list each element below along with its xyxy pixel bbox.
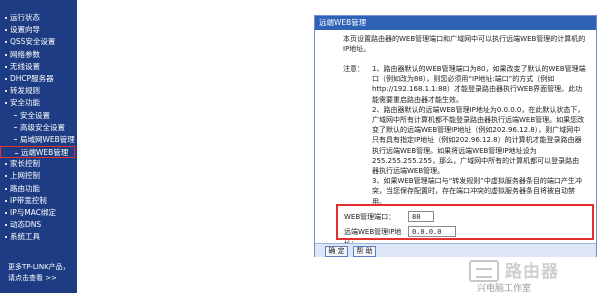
sidebar-item-label: 动态DNS	[10, 220, 42, 230]
dash-icon	[14, 139, 17, 141]
bullet-icon	[5, 163, 7, 166]
ip-row: 远端WEB管理IP地址：	[344, 226, 456, 248]
note-3: 3、如果WEB管理端口与“转发规则”中虚拟服务器条目的端口产生冲突，当您保存配置…	[372, 177, 582, 206]
watermark-subtitle: 兴电脑工作室	[477, 284, 532, 293]
router-logo-icon	[469, 260, 499, 282]
note-1: 1、路由器默认的WEB管理端口为80，如果改变了默认的WEB管理端口（例如改为8…	[372, 65, 586, 104]
dash-icon	[14, 115, 17, 116]
bullet-icon	[5, 65, 7, 68]
sidebar-item-ip-mac-binding[interactable]: IP与MAC绑定	[0, 207, 77, 219]
sidebar-item-routing[interactable]: 路由功能	[0, 183, 77, 195]
sidebar-item-bandwidth[interactable]: IP带宽控制	[0, 195, 77, 207]
sidebar-item-label: QSS安全设置	[10, 37, 56, 47]
sidebar-item-wireless[interactable]: 无线设置	[0, 61, 77, 73]
sidebar-item-label: 无线设置	[10, 61, 40, 71]
sidebar-item-forwarding[interactable]: 转发规则	[0, 85, 77, 97]
sidebar-subitem-advanced-security[interactable]: 高级安全设置	[0, 122, 77, 134]
bullet-icon	[5, 77, 7, 80]
sidebar-item-label: 设置向导	[10, 25, 40, 35]
sidebar-item-system-tools[interactable]: 系统工具	[0, 231, 77, 243]
sidebar-item-network[interactable]: 网络参数	[0, 49, 77, 61]
sidebar-item-label: 系统工具	[10, 232, 40, 242]
sidebar-menu: 运行状态 设置向导 QSS安全设置 网络参数 无线设置 DHCP服务器 转发规则…	[0, 0, 77, 244]
sidebar-item-label: 远端WEB管理	[21, 148, 69, 158]
notes: 1、路由器默认的WEB管理端口为80，如果改变了默认的WEB管理端口（例如改为8…	[372, 64, 586, 207]
sidebar-item-label: 局域网WEB管理	[20, 134, 75, 144]
ok-button[interactable]: 确 定	[325, 246, 348, 257]
sidebar-item-status[interactable]: 运行状态	[0, 12, 77, 24]
sidebar-item-label: 运行状态	[10, 13, 40, 22]
sidebar-item-label: DHCP服务器	[10, 73, 54, 83]
bullet-icon	[5, 236, 7, 239]
watermark-brand: 路由器	[505, 262, 559, 282]
bullet-icon	[5, 224, 7, 227]
dash-icon	[15, 152, 18, 154]
note-label: 注意：	[343, 65, 364, 73]
sidebar-item-label: 安全设置	[20, 110, 50, 120]
panel-title: 远端WEB管理	[315, 16, 596, 30]
web-port-input[interactable]	[408, 211, 434, 222]
intro-text: 本页设置路由器的WEB管理端口和广域网中可以执行远端WEB管理的计算机的IP地址…	[343, 35, 586, 54]
port-label: WEB管理端口：	[344, 213, 396, 221]
bullet-icon	[5, 175, 7, 178]
bullet-icon	[5, 187, 7, 190]
more-products-line1: 更多TP-LINK产品，	[8, 263, 70, 271]
help-button[interactable]: 帮 助	[353, 246, 376, 257]
sidebar-item-dhcp[interactable]: DHCP服务器	[0, 73, 77, 85]
note-2: 2、路由器默认的远端WEB管理IP地址为0.0.0.0，在此默认状态下，广域网中…	[372, 105, 585, 176]
watermark: 路由器 兴电脑工作室	[469, 258, 600, 293]
sidebar-item-label: 高级安全设置	[20, 122, 65, 132]
sidebar-subitem-remote-web-management[interactable]: 远端WEB管理	[0, 146, 75, 159]
sidebar-item-label: 转发规则	[10, 86, 40, 96]
more-products-link[interactable]: 更多TP-LINK产品， 请点击查看 >>	[8, 262, 70, 284]
sidebar-item-label: 路由功能	[10, 183, 40, 193]
sidebar-item-access-control[interactable]: 上网控制	[0, 170, 77, 182]
sidebar: 运行状态 设置向导 QSS安全设置 网络参数 无线设置 DHCP服务器 转发规则…	[0, 0, 77, 293]
bullet-icon	[5, 29, 7, 32]
more-products-line2: 请点击查看 >>	[8, 274, 57, 282]
remote-ip-input[interactable]	[408, 226, 456, 237]
sidebar-item-parental-control[interactable]: 家长控制	[0, 158, 77, 170]
sidebar-item-wizard[interactable]: 设置向导	[0, 24, 77, 36]
settings-form: WEB管理端口： 远端WEB管理IP地址：	[336, 204, 594, 248]
sidebar-item-qss[interactable]: QSS安全设置	[0, 36, 77, 48]
sidebar-item-label: IP与MAC绑定	[10, 208, 56, 217]
sidebar-item-label: IP带宽控制	[10, 195, 47, 205]
sidebar-item-label: 家长控制	[10, 159, 40, 169]
bullet-icon	[5, 41, 7, 44]
sidebar-item-label: 上网控制	[10, 171, 40, 181]
sidebar-subitem-lan-web-management[interactable]: 局域网WEB管理	[0, 134, 77, 146]
remote-management-panel: 远端WEB管理 本页设置路由器的WEB管理端口和广域网中可以执行远端WEB管理的…	[314, 15, 597, 257]
port-row: WEB管理端口：	[344, 211, 434, 223]
bullet-icon	[5, 53, 7, 56]
sidebar-item-ddns[interactable]: 动态DNS	[0, 219, 77, 231]
bullet-icon	[5, 102, 7, 105]
sidebar-item-label: 网络参数	[10, 49, 40, 59]
bullet-icon	[5, 199, 7, 202]
bullet-icon	[5, 17, 7, 19]
sidebar-item-security[interactable]: 安全功能	[0, 97, 77, 109]
dash-icon	[14, 127, 17, 129]
bullet-icon	[5, 212, 7, 214]
bullet-icon	[5, 90, 7, 93]
sidebar-item-label: 安全功能	[10, 98, 40, 108]
sidebar-subitem-security-settings[interactable]: 安全设置	[0, 110, 77, 122]
button-bar: 确 定 帮 助	[315, 243, 596, 257]
